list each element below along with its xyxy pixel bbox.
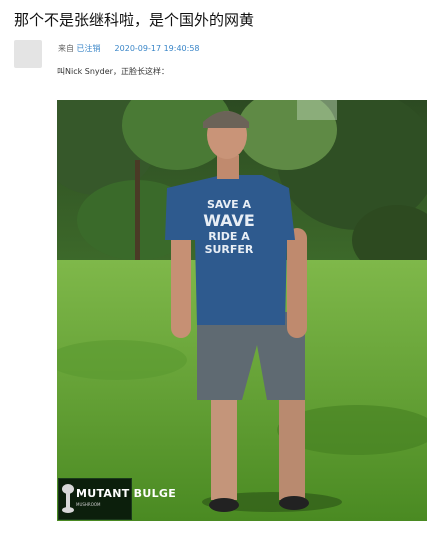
- post-timestamp: 2020-09-17 19:40:58: [114, 44, 200, 53]
- avatar[interactable]: [14, 40, 42, 68]
- photo-illustration: SAVE A WAVE RIDE A SURFER: [57, 100, 427, 521]
- post-body-text: 叫Nick Snyder，正脸长这样：: [57, 67, 169, 76]
- source-prefix: 来自: [58, 44, 74, 53]
- shirt-text-line-2: WAVE: [203, 211, 255, 230]
- shirt-text-line-1: SAVE A: [207, 198, 252, 211]
- shirt-text-line-4: SURFER: [205, 243, 254, 256]
- watermark-logo: MUTANT BULGE MUSHROOM: [58, 478, 176, 520]
- mushroom-icon: [62, 484, 74, 513]
- post-title: 那个不是张继科啦，是个国外的网黄: [14, 11, 255, 29]
- post-meta: 来自 已注销 2020-09-17 19:40:58: [58, 43, 200, 54]
- watermark-text: MUTANT BULGE: [76, 487, 177, 500]
- watermark-subtext: MUSHROOM: [76, 502, 101, 507]
- shirt-text-line-3: RIDE A: [208, 230, 250, 243]
- post-photo[interactable]: SAVE A WAVE RIDE A SURFER MUTANT BULGE M…: [57, 100, 427, 521]
- source-username-link[interactable]: 已注销: [77, 44, 101, 53]
